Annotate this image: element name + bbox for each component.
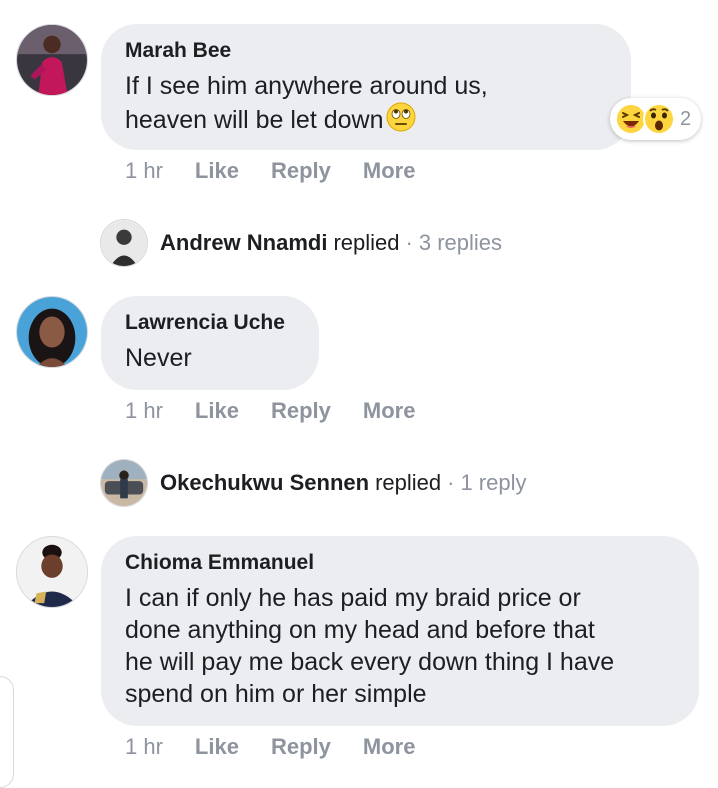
- comment-timestamp[interactable]: 1 hr: [125, 158, 163, 184]
- reaction-count: 2: [680, 107, 692, 130]
- comment-bubble: Lawrencia Uche Never: [101, 296, 319, 390]
- comment-text-line: heaven will be let down: [125, 106, 384, 134]
- avatar-okechukwu-sennen: [100, 459, 148, 507]
- more-button[interactable]: More: [363, 734, 416, 760]
- avatar-andrew-nnamdi: [100, 219, 148, 267]
- avatar-lawrencia-uche[interactable]: [16, 296, 88, 368]
- reply-count: 3 replies: [418, 230, 502, 255]
- comment-bubble: Marah Bee If I see him anywhere around u…: [101, 24, 631, 150]
- partial-panel-edge: [0, 676, 14, 788]
- more-button[interactable]: More: [363, 398, 416, 424]
- comment-author[interactable]: Lawrencia Uche: [125, 310, 295, 336]
- view-replies-link[interactable]: Okechukwu Sennen replied · 1 reply: [100, 459, 526, 507]
- reply-author: Andrew Nnamdi: [160, 230, 328, 255]
- comment-timestamp[interactable]: 1 hr: [125, 398, 163, 424]
- comment-author[interactable]: Marah Bee: [125, 38, 607, 64]
- more-button[interactable]: More: [363, 158, 416, 184]
- comment-text-line-with-emoji: heaven will be let down: [125, 102, 607, 140]
- avatar-chioma-emmanuel[interactable]: [16, 536, 88, 608]
- comment-author[interactable]: Chioma Emmanuel: [125, 550, 675, 576]
- face-with-rolling-eyes-icon: [386, 102, 416, 140]
- reply-verb: replied: [333, 230, 400, 255]
- reply-button[interactable]: Reply: [271, 734, 331, 760]
- reaction-summary[interactable]: 2: [610, 98, 702, 140]
- like-button[interactable]: Like: [195, 734, 239, 760]
- separator-dot: ·: [447, 470, 455, 495]
- avatar-marah-bee[interactable]: [16, 24, 88, 96]
- comment-actions: 1 hr Like Reply More: [125, 734, 447, 760]
- comment-bubble: Chioma Emmanuel I can if only he has pai…: [101, 536, 699, 726]
- comment-text-line: done anything on my head and before that: [125, 616, 595, 644]
- comment-text-line: I can if only he has paid my braid price…: [125, 584, 581, 612]
- comment-text: I can if only he has paid my braid price…: [125, 582, 675, 710]
- like-button[interactable]: Like: [195, 158, 239, 184]
- reply-button[interactable]: Reply: [271, 158, 331, 184]
- comment-text-line: he will pay me back every down thing I h…: [125, 648, 615, 676]
- reply-count: 1 reply: [460, 470, 527, 495]
- like-button[interactable]: Like: [195, 398, 239, 424]
- comment-actions: 1 hr Like Reply More: [125, 158, 447, 184]
- reply-author: Okechukwu Sennen: [160, 470, 370, 495]
- comment-text-line: spend on him or her simple: [125, 680, 427, 708]
- view-replies-link[interactable]: Andrew Nnamdi replied · 3 replies: [100, 219, 502, 267]
- reply-verb: replied: [375, 470, 442, 495]
- comment-actions: 1 hr Like Reply More: [125, 398, 447, 424]
- comment-timestamp[interactable]: 1 hr: [125, 734, 163, 760]
- surprised-face-icon: [643, 103, 675, 135]
- comment-text: If I see him anywhere around us, heaven …: [125, 70, 607, 140]
- comment-text-line: If I see him anywhere around us,: [125, 72, 488, 100]
- separator-dot: ·: [405, 230, 413, 255]
- reply-button[interactable]: Reply: [271, 398, 331, 424]
- comment-text: Never: [125, 344, 192, 372]
